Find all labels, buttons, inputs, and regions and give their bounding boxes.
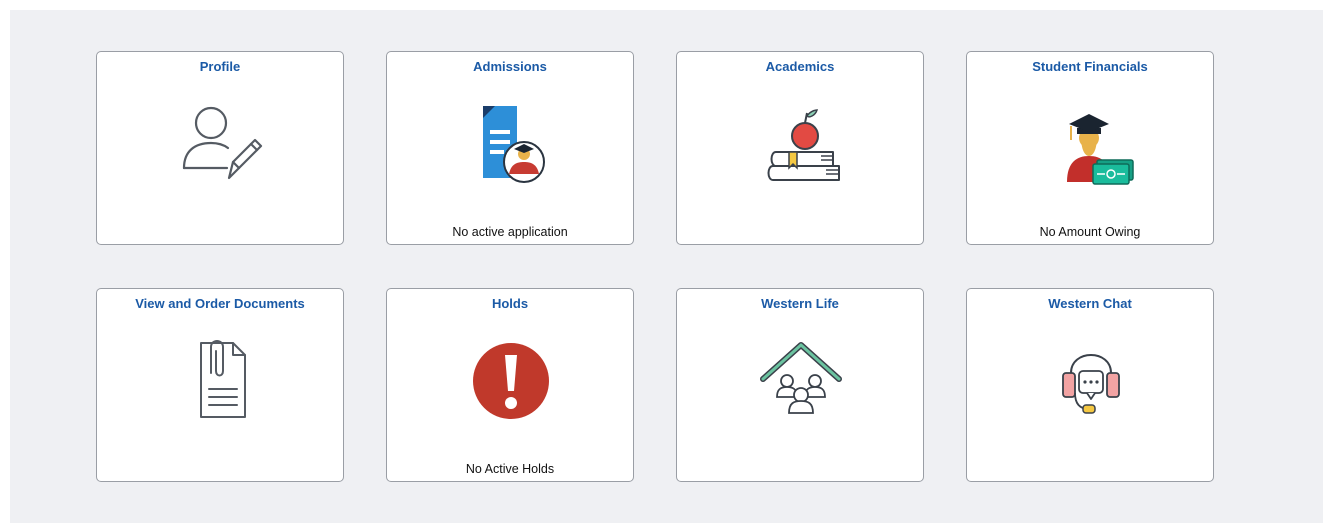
graduate-money-icon: [1041, 96, 1141, 186]
admissions-document-icon: [461, 96, 561, 186]
books-apple-icon: [751, 96, 851, 186]
tile-grid: Profile Admissions No active application…: [10, 10, 1323, 523]
tile-view-and-order-documents[interactable]: View and Order Documents: [96, 288, 344, 482]
tile-status: No active application: [452, 225, 568, 239]
tile-student-financials[interactable]: Student Financials No Amount Owing: [966, 51, 1214, 245]
tile-title: Western Chat: [1048, 296, 1132, 311]
tile-title: Profile: [199, 59, 241, 74]
tile-profile[interactable]: Profile: [96, 51, 344, 245]
exclamation-alert-icon: [461, 333, 561, 423]
clipped-document-icon: [171, 333, 271, 423]
tile-holds[interactable]: Holds No Active Holds: [386, 288, 634, 482]
tile-title: Admissions: [473, 59, 547, 74]
tile-status: No Active Holds: [465, 462, 555, 476]
house-people-icon: [751, 333, 851, 423]
tile-admissions[interactable]: Admissions No active application: [386, 51, 634, 245]
tile-title: Holds: [491, 296, 529, 311]
tile-title: View and Order Documents: [135, 296, 305, 311]
tile-status: No Amount Owing: [1039, 225, 1141, 239]
tile-title: Student Financials: [1032, 59, 1148, 74]
tile-title: Western Life: [761, 296, 839, 311]
headset-chat-icon: [1041, 333, 1141, 423]
profile-edit-icon: [171, 96, 271, 186]
tile-title: Academics: [765, 59, 835, 74]
tile-western-life[interactable]: Western Life: [676, 288, 924, 482]
tile-western-chat[interactable]: Western Chat: [966, 288, 1214, 482]
tile-academics[interactable]: Academics: [676, 51, 924, 245]
